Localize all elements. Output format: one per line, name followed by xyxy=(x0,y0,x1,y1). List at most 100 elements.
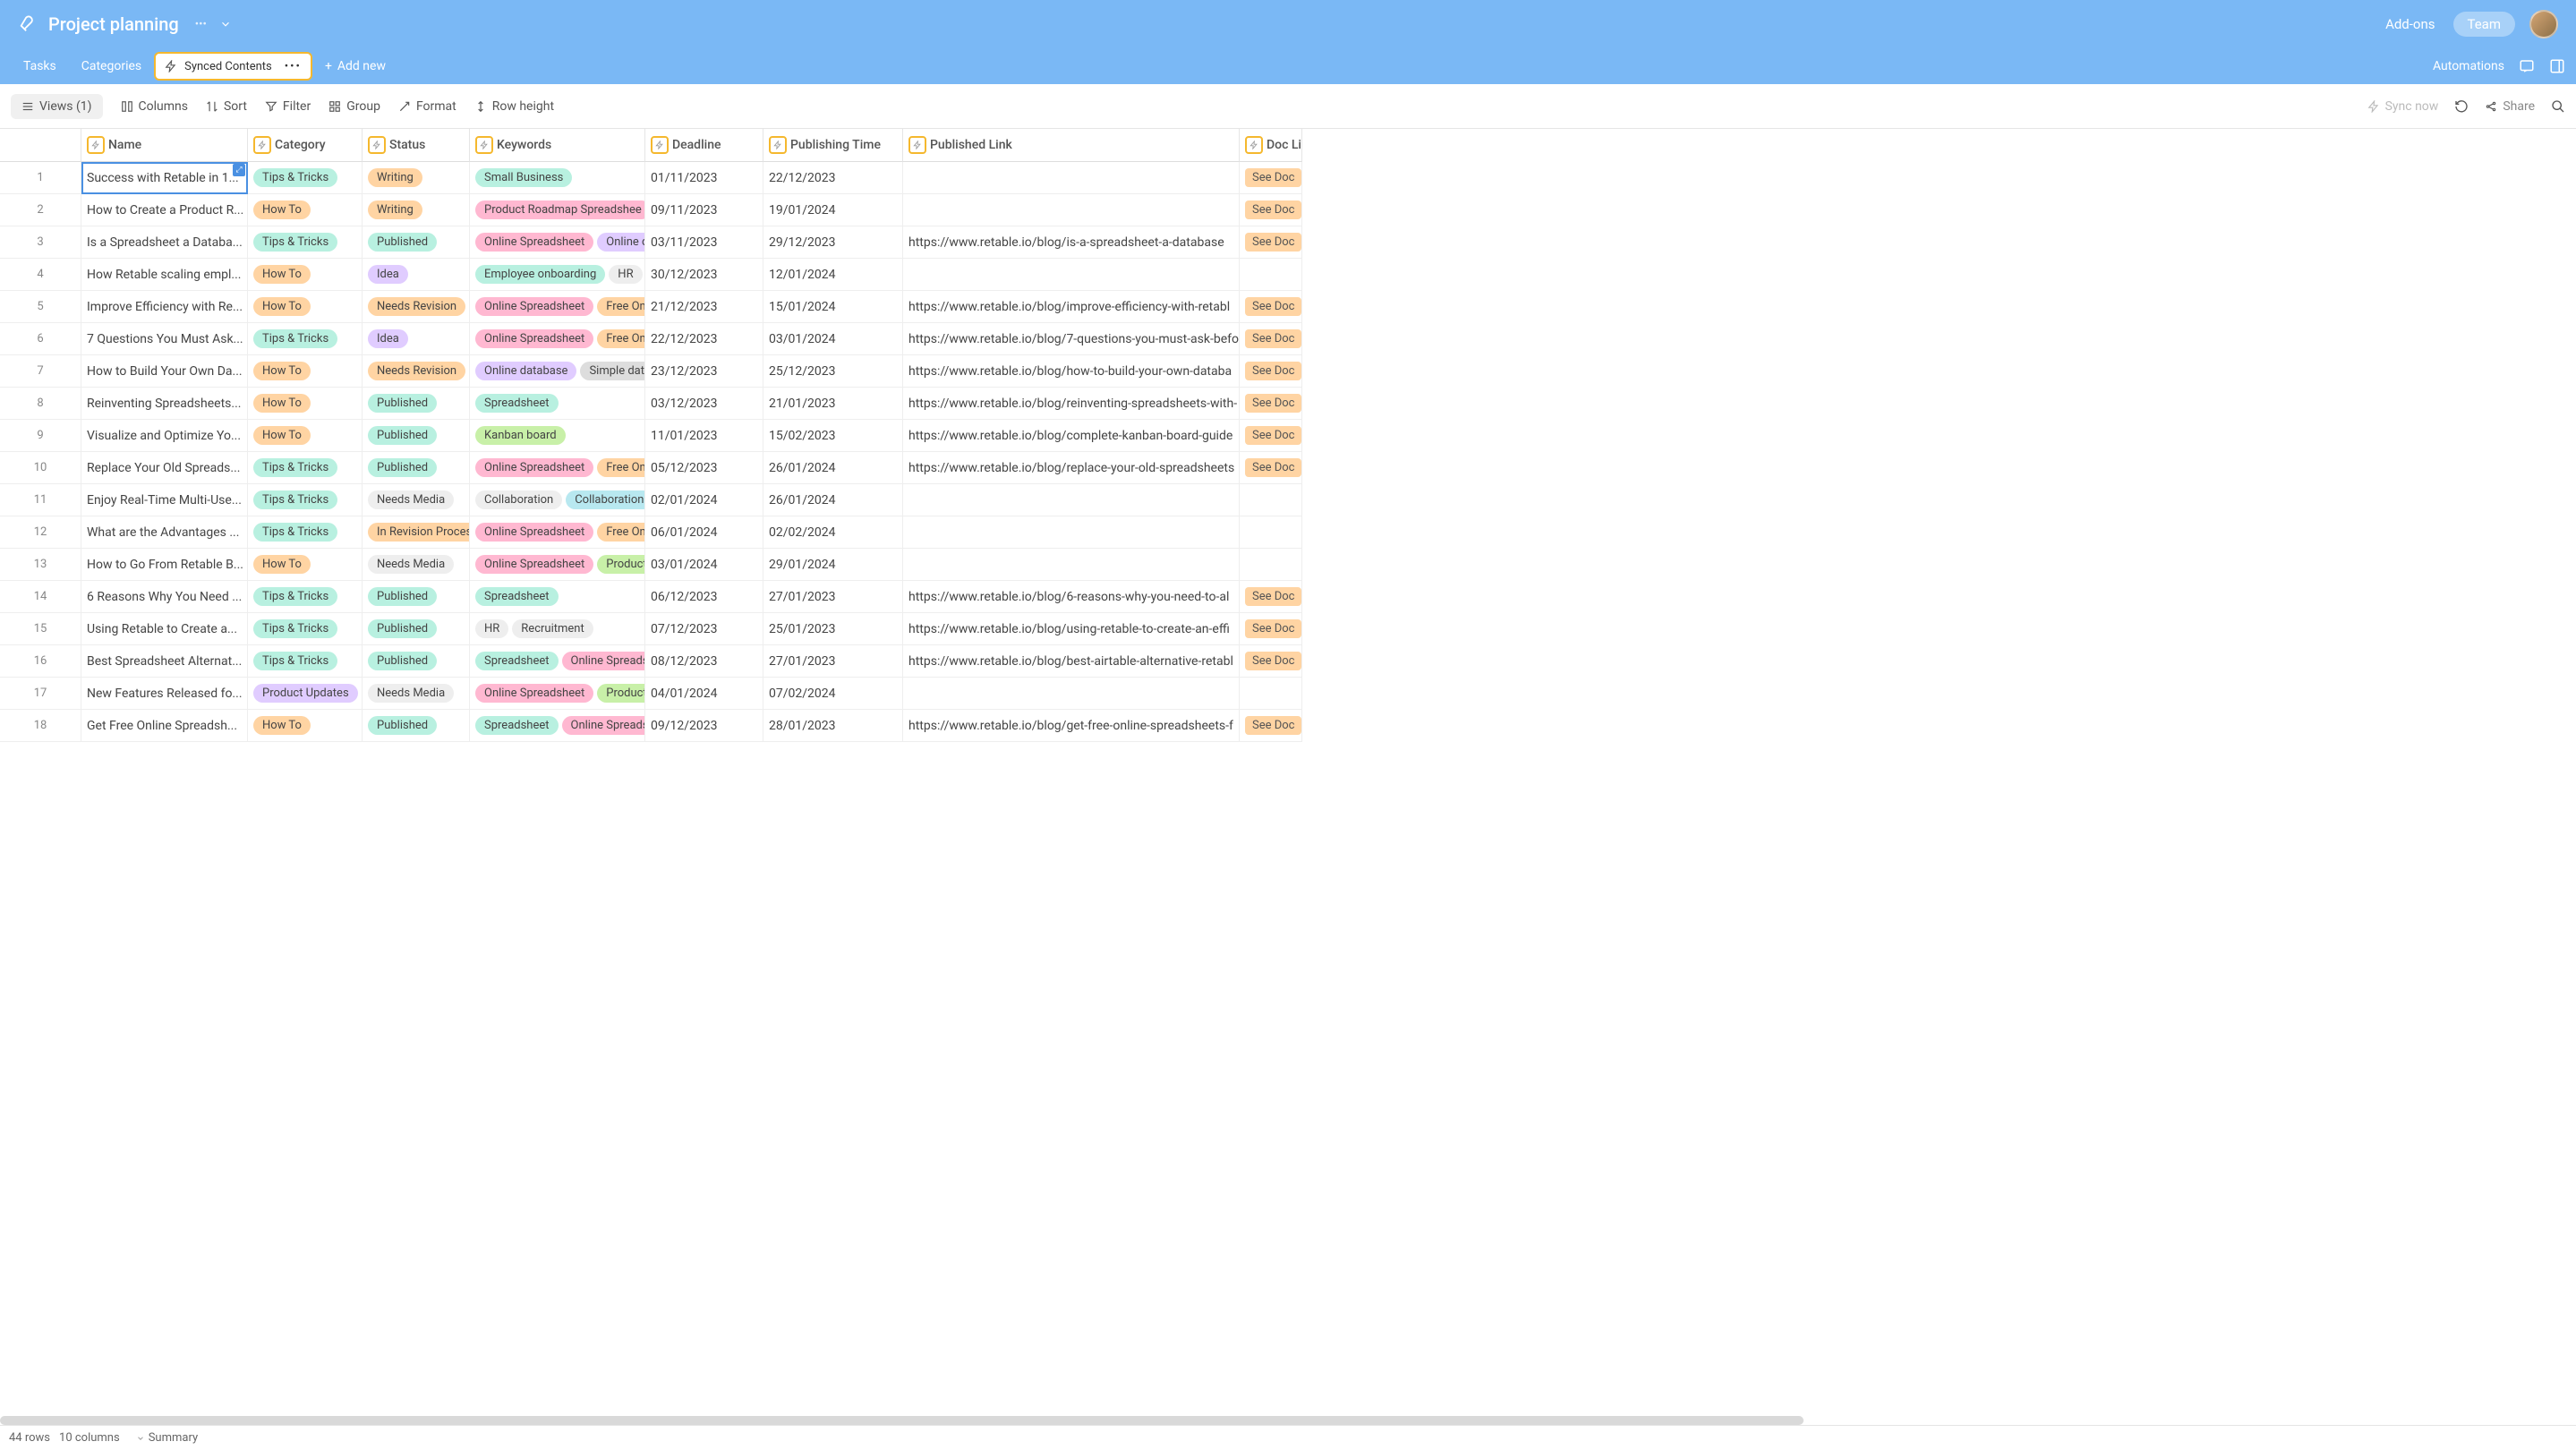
cell-keywords[interactable]: Spreadsheet xyxy=(470,388,645,420)
cell-pubtime[interactable]: 19/01/2024 xyxy=(763,194,903,226)
syncnow-button[interactable]: Sync now xyxy=(2367,99,2439,114)
rowheight-button[interactable]: Row height xyxy=(474,99,554,114)
cell-doc[interactable] xyxy=(1240,549,1302,581)
cell-pubtime[interactable]: 29/12/2023 xyxy=(763,226,903,259)
row-number[interactable]: 13 xyxy=(0,549,81,581)
cell-pubtime[interactable]: 22/12/2023 xyxy=(763,162,903,194)
row-number[interactable]: 7 xyxy=(0,355,81,388)
cell-pubtime[interactable]: 28/01/2023 xyxy=(763,710,903,742)
cell-deadline[interactable]: 05/12/2023 xyxy=(645,452,763,484)
project-title[interactable]: Project planning xyxy=(48,13,179,35)
cell-name[interactable]: Improve Efficiency with Re... xyxy=(81,291,248,323)
cell-deadline[interactable]: 03/01/2024 xyxy=(645,549,763,581)
cell-category[interactable]: How To xyxy=(248,710,363,742)
cell-name[interactable]: New Features Released fo... xyxy=(81,678,248,710)
rownum-header[interactable] xyxy=(0,129,81,162)
cell-deadline[interactable]: 06/01/2024 xyxy=(645,516,763,549)
cell-doc[interactable]: See Doc xyxy=(1240,323,1302,355)
filter-button[interactable]: Filter xyxy=(265,99,311,114)
cell-status[interactable]: Published xyxy=(363,581,470,613)
cell-link[interactable]: https://www.retable.io/blog/best-airtabl… xyxy=(903,645,1240,678)
cell-keywords[interactable]: Small Business xyxy=(470,162,645,194)
row-number[interactable]: 14 xyxy=(0,581,81,613)
cell-doc[interactable] xyxy=(1240,259,1302,291)
cell-deadline[interactable]: 23/12/2023 xyxy=(645,355,763,388)
cell-category[interactable]: Tips & Tricks xyxy=(248,226,363,259)
tab-categories[interactable]: Categories xyxy=(69,48,154,84)
cell-pubtime[interactable]: 12/01/2024 xyxy=(763,259,903,291)
cell-status[interactable]: Needs Media xyxy=(363,484,470,516)
cell-category[interactable]: Tips & Tricks xyxy=(248,581,363,613)
cell-status[interactable]: Needs Revision xyxy=(363,355,470,388)
row-number[interactable]: 5 xyxy=(0,291,81,323)
column-header-6[interactable]: Published Link xyxy=(903,129,1240,162)
cell-status[interactable]: Published xyxy=(363,452,470,484)
cell-name[interactable]: How to Create a Product R... xyxy=(81,194,248,226)
automations-link[interactable]: Automations xyxy=(2433,59,2504,73)
row-number[interactable]: 9 xyxy=(0,420,81,452)
cell-pubtime[interactable]: 03/01/2024 xyxy=(763,323,903,355)
row-number[interactable]: 4 xyxy=(0,259,81,291)
cell-doc[interactable]: See Doc xyxy=(1240,710,1302,742)
row-number[interactable]: 10 xyxy=(0,452,81,484)
row-number[interactable]: 18 xyxy=(0,710,81,742)
cell-keywords[interactable]: Employee onboardingHR xyxy=(470,259,645,291)
cell-link[interactable] xyxy=(903,194,1240,226)
cell-link[interactable] xyxy=(903,516,1240,549)
share-button[interactable]: Share xyxy=(2485,99,2535,114)
cell-doc[interactable]: See Doc xyxy=(1240,355,1302,388)
row-number[interactable]: 8 xyxy=(0,388,81,420)
cell-status[interactable]: Idea xyxy=(363,323,470,355)
row-number[interactable]: 3 xyxy=(0,226,81,259)
cell-status[interactable]: Published xyxy=(363,613,470,645)
addons-link[interactable]: Add-ons xyxy=(2385,16,2435,32)
column-header-1[interactable]: Category xyxy=(248,129,363,162)
cell-name[interactable]: How to Build Your Own Da... xyxy=(81,355,248,388)
cell-doc[interactable] xyxy=(1240,484,1302,516)
cell-status[interactable]: Needs Revision xyxy=(363,291,470,323)
tab-synced-contents[interactable]: Synced Contents ••• xyxy=(154,52,312,81)
cell-category[interactable]: How To xyxy=(248,549,363,581)
cell-doc[interactable]: See Doc xyxy=(1240,194,1302,226)
cell-link[interactable] xyxy=(903,549,1240,581)
cell-doc[interactable]: See Doc xyxy=(1240,613,1302,645)
refresh-icon[interactable] xyxy=(2454,99,2469,114)
search-icon[interactable] xyxy=(2551,99,2565,114)
cell-name[interactable]: 6 Reasons Why You Need ... xyxy=(81,581,248,613)
cell-pubtime[interactable]: 21/01/2023 xyxy=(763,388,903,420)
cell-doc[interactable]: See Doc xyxy=(1240,452,1302,484)
column-header-2[interactable]: Status xyxy=(363,129,470,162)
format-button[interactable]: Format xyxy=(398,99,456,114)
cell-status[interactable]: Idea xyxy=(363,259,470,291)
cell-link[interactable]: https://www.retable.io/blog/reinventing-… xyxy=(903,388,1240,420)
cell-status[interactable]: Published xyxy=(363,645,470,678)
cell-name[interactable]: Reinventing Spreadsheets... xyxy=(81,388,248,420)
column-header-4[interactable]: Deadline xyxy=(645,129,763,162)
summary-dropdown[interactable]: Summary xyxy=(136,1431,198,1445)
column-header-3[interactable]: Keywords xyxy=(470,129,645,162)
cell-doc[interactable]: See Doc xyxy=(1240,226,1302,259)
row-number[interactable]: 11 xyxy=(0,484,81,516)
cell-doc[interactable]: See Doc xyxy=(1240,420,1302,452)
cell-deadline[interactable]: 09/11/2023 xyxy=(645,194,763,226)
comment-icon[interactable] xyxy=(2519,58,2535,74)
cell-category[interactable]: Tips & Tricks xyxy=(248,452,363,484)
cell-keywords[interactable]: SpreadsheetOnline Spreads xyxy=(470,645,645,678)
cell-category[interactable]: Tips & Tricks xyxy=(248,645,363,678)
cell-category[interactable]: Product Updates xyxy=(248,678,363,710)
cell-keywords[interactable]: Online databaseSimple data xyxy=(470,355,645,388)
cell-category[interactable]: Tips & Tricks xyxy=(248,162,363,194)
cell-name[interactable]: Get Free Online Spreadsh... xyxy=(81,710,248,742)
cell-name[interactable]: How to Go From Retable B... xyxy=(81,549,248,581)
cell-status[interactable]: Published xyxy=(363,388,470,420)
cell-deadline[interactable]: 07/12/2023 xyxy=(645,613,763,645)
cell-category[interactable]: How To xyxy=(248,194,363,226)
cell-pubtime[interactable]: 27/01/2023 xyxy=(763,581,903,613)
cell-category[interactable]: How To xyxy=(248,355,363,388)
cell-link[interactable]: https://www.retable.io/blog/complete-kan… xyxy=(903,420,1240,452)
group-button[interactable]: Group xyxy=(328,99,380,114)
tab-more-icon[interactable]: ••• xyxy=(285,60,302,73)
columns-button[interactable]: Columns xyxy=(121,99,188,114)
row-number[interactable]: 6 xyxy=(0,323,81,355)
row-number[interactable]: 1 xyxy=(0,162,81,194)
